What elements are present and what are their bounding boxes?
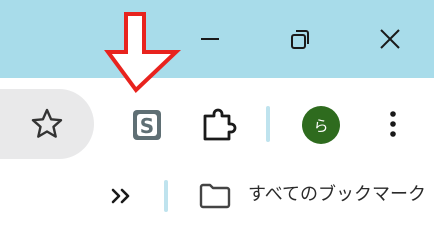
minimize-button[interactable] — [190, 22, 230, 56]
double-chevron-icon — [111, 188, 130, 204]
all-bookmarks-label[interactable]: すべてのブックマーク — [248, 183, 426, 207]
menu-button[interactable] — [380, 108, 406, 146]
extensions-button[interactable] — [199, 106, 239, 148]
minimize-icon — [201, 38, 219, 40]
folder-icon — [199, 183, 231, 209]
bookmarks-divider — [164, 180, 168, 212]
close-button[interactable] — [370, 22, 410, 56]
svg-text:S: S — [140, 114, 154, 138]
kebab-menu-icon — [390, 111, 396, 137]
extension-s-icon: S — [133, 110, 161, 140]
bookmarks-overflow-button[interactable] — [108, 184, 136, 212]
profile-initial: ら — [313, 116, 329, 135]
bookmark-star-button[interactable] — [28, 106, 66, 146]
down-arrow-icon — [104, 12, 182, 94]
close-icon — [380, 29, 400, 49]
restore-icon — [291, 30, 309, 49]
restore-button[interactable] — [280, 22, 320, 56]
star-icon — [31, 108, 63, 138]
all-bookmarks-folder[interactable] — [198, 182, 232, 214]
profile-avatar[interactable]: ら — [302, 106, 340, 144]
puzzle-icon — [203, 108, 237, 141]
annotation-arrow — [104, 10, 186, 98]
toolbar-divider — [266, 106, 270, 142]
extension-s-button[interactable]: S — [130, 108, 164, 146]
